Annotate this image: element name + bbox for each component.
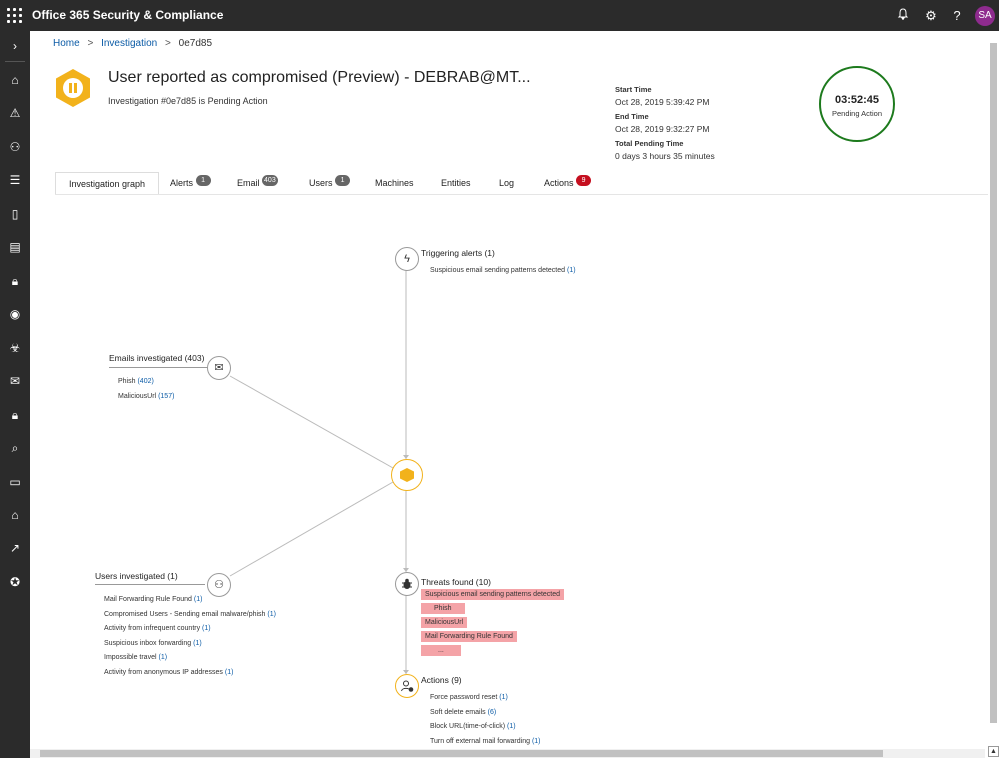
alert-icon[interactable]: ⚠ [5,103,25,123]
actions-count-badge: 9 [576,175,592,186]
timer-status: Pending Action [831,109,883,118]
horizontal-scroll-thumb[interactable] [40,750,883,757]
tab-entities[interactable]: Entities [441,172,471,194]
chat-search-icon[interactable]: ▭ [5,472,25,492]
breadcrumb-current: 0e7d85 [178,38,213,49]
vertical-scroll-thumb[interactable] [990,43,997,723]
start-time-label: Start Time [615,85,652,94]
breadcrumb-home[interactable]: Home [53,38,80,49]
timer-value: 03:52:45 [834,94,880,106]
document-lock-icon[interactable]: ▯ [5,204,25,224]
email-item-phish[interactable]: Phish (402) [118,378,154,385]
breadcrumb-investigation[interactable]: Investigation [101,38,157,49]
threat-item[interactable]: ... [421,645,461,656]
lock-alt-icon[interactable]: 🔒︎ [5,405,25,425]
lightning-icon[interactable]: ϟ [395,247,419,271]
triggering-alert-item[interactable]: Suspicious email sending patterns detect… [430,267,576,274]
tab-machines[interactable]: Machines [375,172,414,194]
users-icon[interactable]: ⚇ [5,137,25,157]
eye-icon[interactable]: ◉ [5,304,25,324]
start-time-value: Oct 28, 2019 5:39:42 PM [615,97,710,107]
investigation-pending-icon [56,69,90,107]
action-item[interactable]: Turn off external mail forwarding (1) [430,738,541,745]
search-icon[interactable]: ⌕ [5,438,25,458]
pending-time-value: 0 days 3 hours 35 minutes [615,151,715,161]
user-item[interactable]: Mail Forwarding Rule Found (1) [104,596,202,603]
user-item[interactable]: Compromised Users - Sending email malwar… [104,611,276,618]
app-title[interactable]: Office 365 Security & Compliance [32,8,223,22]
threat-item[interactable]: Mail Forwarding Rule Found [421,631,517,642]
page-title: User reported as compromised (Preview) -… [108,69,531,86]
tab-investigation-graph[interactable]: Investigation graph [55,172,160,195]
user-action-icon[interactable] [395,674,419,698]
threat-item[interactable]: Phish [421,603,465,614]
mail-icon[interactable]: ✉ [5,371,25,391]
left-nav: › ⌂ ⚠ ⚇ ☰ ▯ ▤ 🔒︎ ◉ ☣ ✉ 🔒︎ ⌕ ▭ ⌂ ↗ ✪ [0,31,30,758]
top-bar: Office 365 Security & Compliance ⚙ ? SA [0,0,999,31]
threat-item[interactable]: MaliciousUrl [421,617,468,628]
investigation-times: Start Time Oct 28, 2019 5:39:42 PM End T… [615,83,715,164]
biohazard-icon[interactable]: ☣ [5,338,25,358]
investigation-status: Investigation #0e7d85 is Pending Action [108,96,268,106]
users-investigated-label[interactable]: Users investigated (1) [95,571,178,581]
user-item[interactable]: Impossible travel (1) [104,654,167,661]
certificate-icon[interactable]: ✪ [5,572,25,592]
end-time-label: End Time [615,112,649,121]
action-item[interactable]: Block URL(time-of-click) (1) [430,723,516,730]
emails-investigated-label[interactable]: Emails investigated (403) [109,353,204,363]
pending-time-label: Total Pending Time [615,139,684,148]
user-item[interactable]: Activity from anonymous IP addresses (1) [104,669,233,676]
tab-divider [55,194,999,195]
email-item-maliciousurl[interactable]: MaliciousUrl (157) [118,393,174,400]
user-item[interactable]: Suspicious inbox forwarding (1) [104,640,202,647]
alerts-count-badge: 1 [195,175,211,186]
bell-icon[interactable] [894,7,912,25]
main-content: Home > Investigation > 0e7d85 User repor… [30,31,999,758]
tab-email[interactable]: Email 403 [237,172,278,194]
users-count-badge: 1 [335,175,351,186]
avatar[interactable]: SA [975,6,995,26]
scroll-to-top-button[interactable]: ▲ [988,746,999,757]
report-icon[interactable]: ▤ [5,237,25,257]
gear-icon[interactable]: ⚙ [922,7,940,25]
action-item[interactable]: Soft delete emails (6) [430,709,496,716]
tab-users[interactable]: Users 1 [309,172,351,194]
app-launcher-icon[interactable] [7,8,23,24]
home-icon[interactable]: ⌂ [5,70,25,90]
end-time-value: Oct 28, 2019 9:32:27 PM [615,124,710,134]
chart-icon[interactable]: ↗ [5,538,25,558]
expand-nav-icon[interactable]: › [5,36,25,56]
list-icon[interactable]: ☰ [5,170,25,190]
horizontal-scrollbar[interactable] [30,749,985,758]
lock-icon[interactable]: 🔒︎ [5,271,25,291]
help-icon[interactable]: ? [948,7,966,25]
vertical-scrollbar[interactable]: ▲ [988,31,999,758]
threat-item[interactable]: Suspicious email sending patterns detect… [421,589,565,600]
mail-icon[interactable]: ✉ [207,356,231,380]
user-item[interactable]: Activity from infrequent country (1) [104,625,211,632]
users-icon[interactable]: ⚇ [207,573,231,597]
house-settings-icon[interactable]: ⌂ [5,505,25,525]
email-count-badge: 403 [262,175,278,186]
actions-label[interactable]: Actions (9) [421,675,462,685]
tab-alerts[interactable]: Alerts 1 [170,172,211,194]
bug-icon[interactable] [395,572,419,596]
threats-found-label[interactable]: Threats found (10) [421,577,491,587]
breadcrumb: Home > Investigation > 0e7d85 [53,38,213,49]
tab-log[interactable]: Log [499,172,514,194]
action-item[interactable]: Force password reset (1) [430,694,508,701]
triggering-alerts-label[interactable]: Triggering alerts (1) [421,248,495,258]
investigation-center-icon[interactable] [391,459,423,491]
tab-actions[interactable]: Actions 9 [544,172,592,194]
pending-timer: 03:52:45 Pending Action [819,66,895,142]
